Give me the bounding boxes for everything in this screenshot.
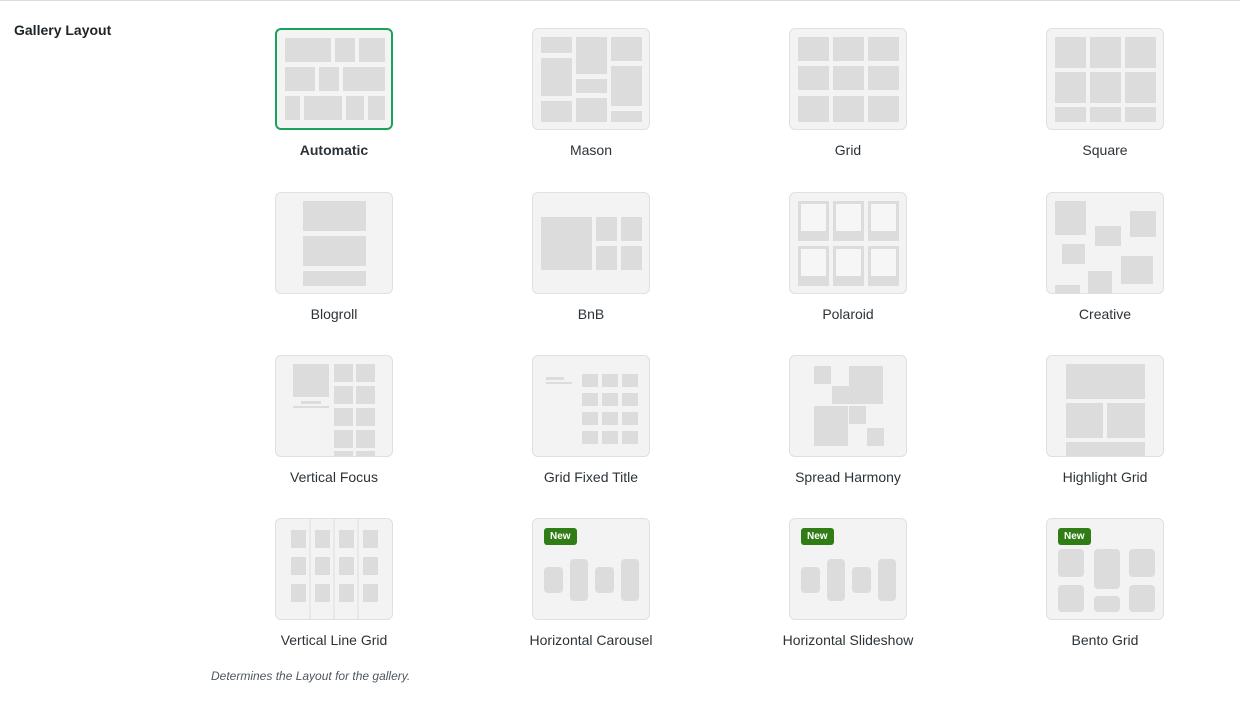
layout-thumbnail [275,28,393,130]
layout-label: Bento Grid [1071,632,1139,648]
layout-option-blogroll[interactable]: Blogroll [205,192,463,342]
layout-label: Highlight Grid [1062,469,1148,485]
layout-option-grid[interactable]: Grid [719,28,977,178]
layout-thumbnail [1046,355,1164,457]
layout-thumbnail [532,355,650,457]
layout-label: Vertical Line Grid [280,632,388,648]
layout-label: Grid Fixed Title [543,469,639,485]
layout-option-vertical-focus[interactable]: Vertical Focus [205,355,463,505]
new-badge: New [801,528,834,545]
layout-thumbnail [275,192,393,294]
layout-thumbnail [789,192,907,294]
new-badge: New [1058,528,1091,545]
layout-thumbnail [789,28,907,130]
layout-option-creative[interactable]: Creative [976,192,1234,342]
layout-option-polaroid[interactable]: Polaroid [719,192,977,342]
section-title: Gallery Layout [14,22,112,38]
layout-option-grid-fixed-title[interactable]: Grid Fixed Title [462,355,720,505]
layout-label: Spread Harmony [795,469,901,485]
layout-option-mason[interactable]: Mason [462,28,720,178]
layout-label: Vertical Focus [290,469,378,485]
layout-label: Creative [1078,306,1132,322]
layout-thumbnail: New [789,518,907,620]
top-divider [0,0,1240,1]
layout-option-vertical-line-grid[interactable]: Vertical Line Grid [205,518,463,668]
layout-label: Mason [569,142,613,158]
layout-label: Horizontal Carousel [529,632,653,648]
new-badge: New [544,528,577,545]
layout-label: Square [1082,142,1128,158]
layout-option-horizontal-slideshow[interactable]: New Horizontal Slideshow [719,518,977,668]
layout-thumbnail: New [532,518,650,620]
layout-thumbnail [275,518,393,620]
layout-label: Grid [834,142,862,158]
layout-option-spread-harmony[interactable]: Spread Harmony [719,355,977,505]
layout-label: Blogroll [310,306,358,322]
field-description: Determines the Layout for the gallery. [211,669,411,683]
layout-option-bento-grid[interactable]: New Bento Grid [976,518,1234,668]
layout-option-highlight-grid[interactable]: Highlight Grid [976,355,1234,505]
layout-thumbnail [1046,28,1164,130]
layout-option-horizontal-carousel[interactable]: New Horizontal Carousel [462,518,720,668]
layout-thumbnail [1046,192,1164,294]
layout-option-automatic[interactable]: Automatic [205,28,463,178]
layout-label: Polaroid [822,306,874,322]
layout-thumbnail [275,355,393,457]
layout-thumbnail [532,192,650,294]
layout-label: Horizontal Slideshow [782,632,914,648]
layout-thumbnail: New [1046,518,1164,620]
layout-option-square[interactable]: Square [976,28,1234,178]
layout-thumbnail [789,355,907,457]
layout-label: BnB [577,306,605,322]
layout-label: Automatic [299,142,369,158]
layout-option-bnb[interactable]: BnB [462,192,720,342]
layout-thumbnail [532,28,650,130]
